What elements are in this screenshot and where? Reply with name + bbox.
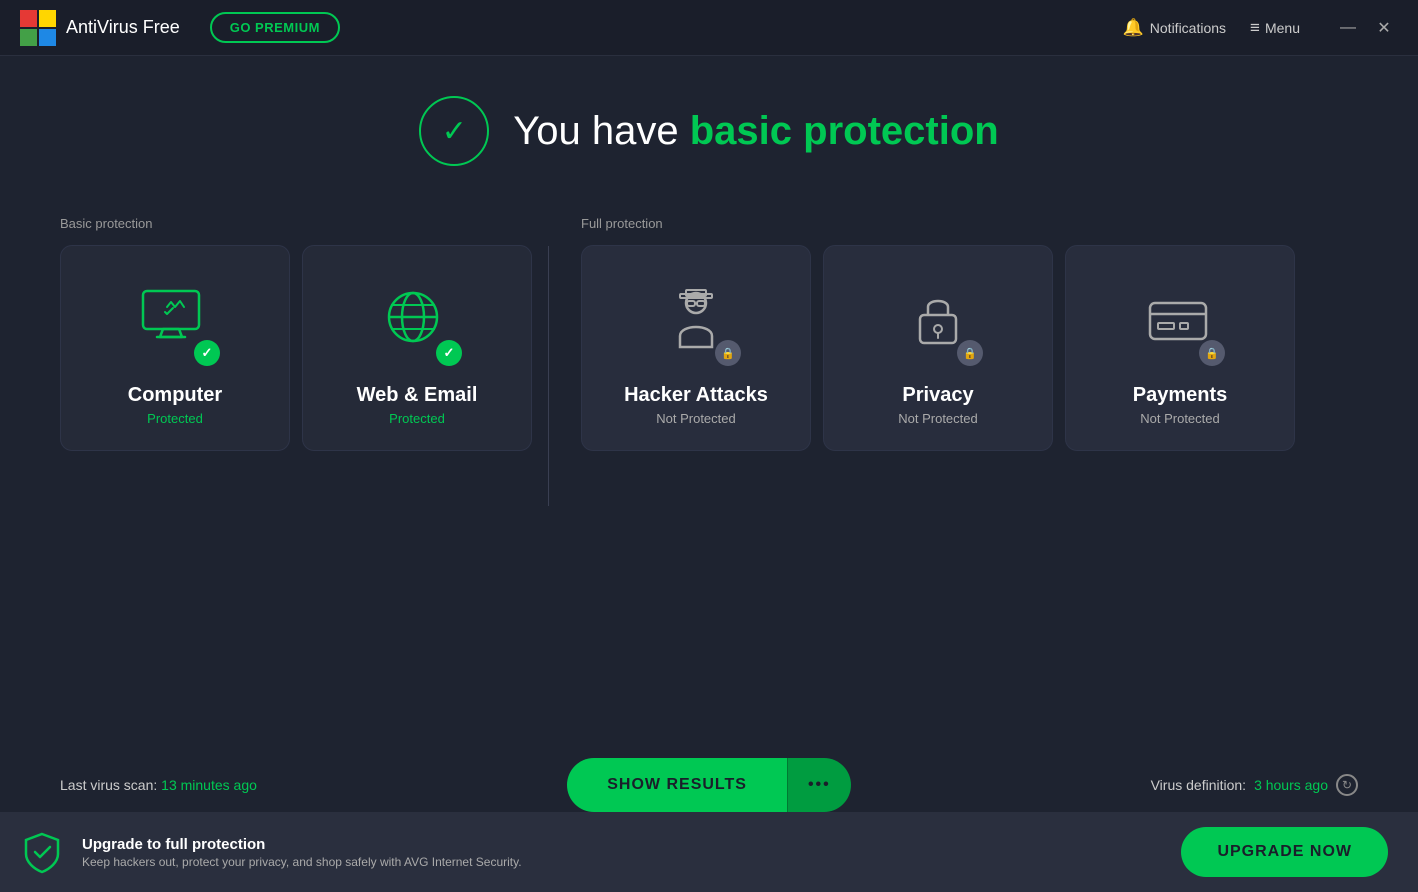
scan-info: Last virus scan: 13 minutes ago <box>60 777 567 793</box>
notifications-label: Notifications <box>1150 20 1226 36</box>
notifications-nav[interactable]: 🔔 Notifications <box>1123 18 1226 38</box>
virus-def-prefix: Virus definition: <box>1151 777 1246 793</box>
virus-definition: Virus definition: 3 hours ago ↻ <box>851 774 1358 796</box>
bell-icon: 🔔 <box>1123 18 1144 38</box>
upgrade-now-button[interactable]: UPGRADE NOW <box>1181 827 1388 877</box>
privacy-card-status: Not Protected <box>898 411 978 426</box>
titlebar-right: 🔔 Notifications ≡ Menu — ✕ <box>1123 14 1398 42</box>
upgrade-shield-icon <box>20 830 64 874</box>
payments-card-title: Payments <box>1133 384 1228 407</box>
upgrade-text-area: Upgrade to full protection Keep hackers … <box>82 836 1163 869</box>
virus-def-value: 3 hours ago <box>1254 777 1328 793</box>
menu-nav[interactable]: ≡ Menu <box>1250 18 1300 38</box>
section-divider <box>548 246 549 506</box>
payments-card-status: Not Protected <box>1140 411 1220 426</box>
menu-label: Menu <box>1265 20 1300 36</box>
status-highlight: basic protection <box>690 109 999 153</box>
upgrade-title: Upgrade to full protection <box>82 836 1163 853</box>
checkmark-icon: ✓ <box>442 114 467 149</box>
computer-card[interactable]: ✓ Computer Protected <box>60 245 290 451</box>
basic-section: Basic protection ✓ Computer <box>60 216 532 506</box>
upgrade-subtitle: Keep hackers out, protect your privacy, … <box>82 855 1163 869</box>
privacy-card-title: Privacy <box>902 384 973 407</box>
hacker-status-badge: 🔒 <box>715 340 741 366</box>
web-email-card-status: Protected <box>389 411 445 426</box>
status-text: You have basic protection <box>513 109 998 154</box>
upgrade-footer: Upgrade to full protection Keep hackers … <box>0 812 1418 892</box>
logo-area: AntiVirus Free GO PREMIUM <box>20 10 340 46</box>
hacker-card-status: Not Protected <box>656 411 736 426</box>
refresh-icon[interactable]: ↻ <box>1336 774 1358 796</box>
avg-logo-icon <box>20 10 56 46</box>
hacker-attacks-card[interactable]: 🔒 Hacker Attacks Not Protected <box>581 245 811 451</box>
show-results-button[interactable]: SHOW RESULTS <box>567 758 787 812</box>
computer-status-badge: ✓ <box>194 340 220 366</box>
web-email-status-badge: ✓ <box>436 340 462 366</box>
payments-status-badge: 🔒 <box>1199 340 1225 366</box>
status-circle: ✓ <box>419 96 489 166</box>
window-controls: — ✕ <box>1334 14 1398 42</box>
protection-sections: Basic protection ✓ Computer <box>60 216 1358 506</box>
menu-icon: ≡ <box>1250 18 1259 38</box>
payments-card[interactable]: 🔒 Payments Not Protected <box>1065 245 1295 451</box>
basic-section-label: Basic protection <box>60 216 532 231</box>
privacy-card[interactable]: 🔒 Privacy Not Protected <box>823 245 1053 451</box>
computer-card-title: Computer <box>128 384 222 407</box>
go-premium-button[interactable]: GO PREMIUM <box>210 12 340 43</box>
privacy-icon-area: 🔒 <box>893 276 983 366</box>
full-cards-row: 🔒 Hacker Attacks Not Protected <box>581 245 1358 451</box>
minimize-button[interactable]: — <box>1334 14 1362 42</box>
hacker-icon-area: 🔒 <box>651 276 741 366</box>
close-button[interactable]: ✕ <box>1370 14 1398 42</box>
titlebar: AntiVirus Free GO PREMIUM 🔔 Notification… <box>0 0 1418 56</box>
web-email-card[interactable]: ✓ Web & Email Protected <box>302 245 532 451</box>
computer-icon-area: ✓ <box>130 276 220 366</box>
status-prefix: You have <box>513 109 689 153</box>
status-header: ✓ You have basic protection <box>60 96 1358 166</box>
bottom-bar: Last virus scan: 13 minutes ago SHOW RES… <box>0 758 1418 812</box>
last-scan-prefix: Last virus scan: <box>60 777 161 793</box>
privacy-status-badge: 🔒 <box>957 340 983 366</box>
web-email-icon-area: ✓ <box>372 276 462 366</box>
hacker-card-title: Hacker Attacks <box>624 384 768 407</box>
app-title: AntiVirus Free <box>66 17 180 38</box>
more-options-button[interactable]: ••• <box>787 758 851 812</box>
full-section-label: Full protection <box>581 216 1358 231</box>
payments-icon-area: 🔒 <box>1135 276 1225 366</box>
full-section: Full protection <box>581 216 1358 506</box>
web-email-card-title: Web & Email <box>357 384 478 407</box>
computer-card-status: Protected <box>147 411 203 426</box>
main-content: ✓ You have basic protection Basic protec… <box>0 56 1418 506</box>
show-results-wrapper: SHOW RESULTS ••• <box>567 758 851 812</box>
basic-cards-row: ✓ Computer Protected <box>60 245 532 451</box>
last-scan-value: 13 minutes ago <box>161 777 257 793</box>
